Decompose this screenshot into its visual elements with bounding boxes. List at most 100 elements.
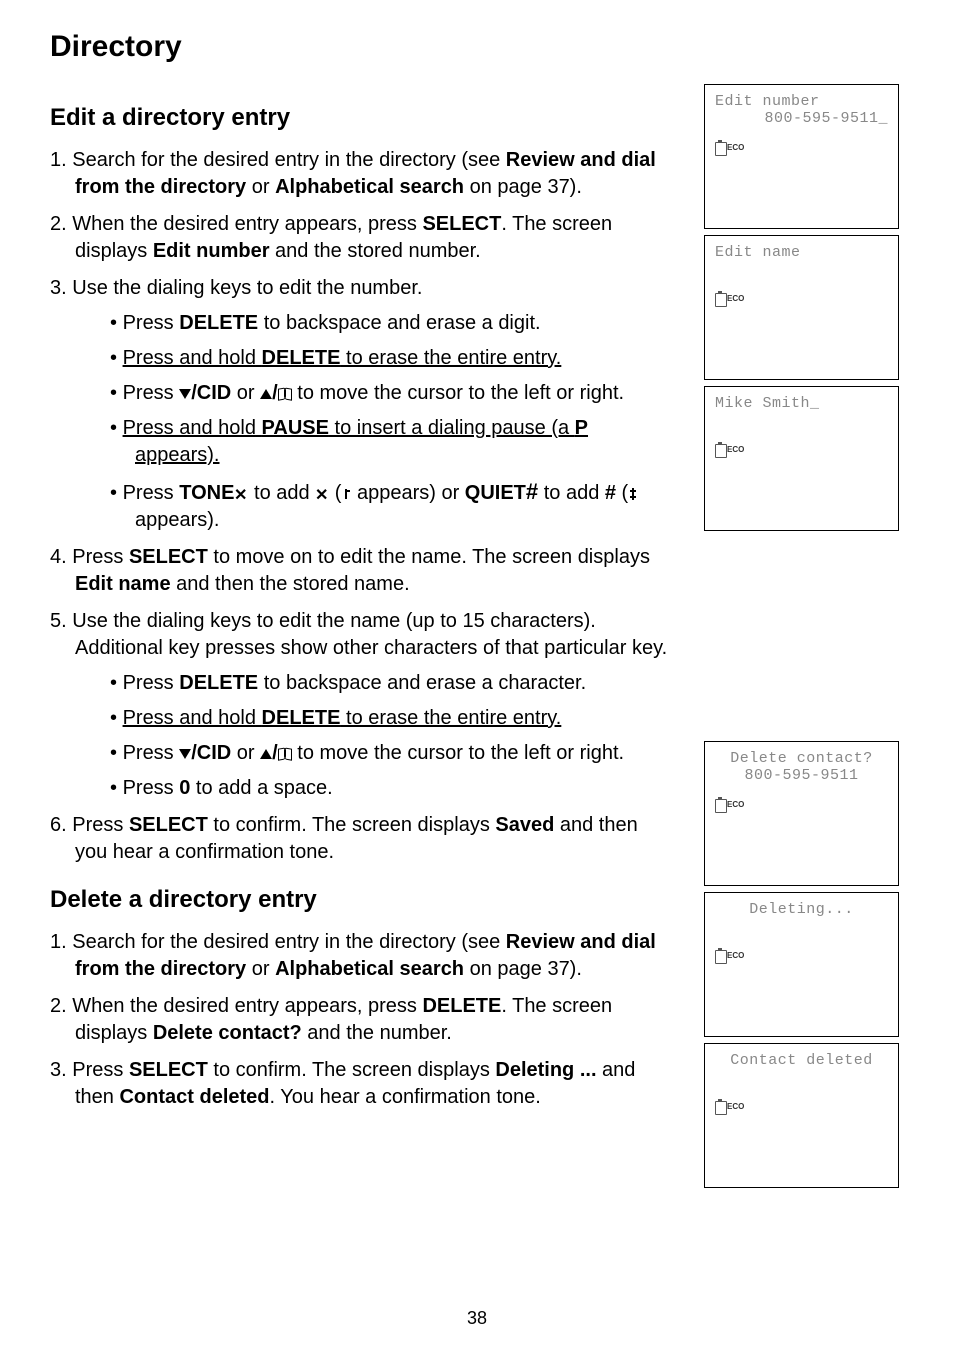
- text: and the stored number.: [269, 240, 480, 262]
- text: Press: [123, 672, 180, 694]
- screen-line: 800-595-9511: [715, 767, 888, 784]
- screen-group-edit: Edit number 800-595-9511_ ECO Edit name …: [704, 84, 904, 531]
- delete-steps-list: Search for the desired entry in the dire…: [50, 929, 674, 1111]
- screen-name-entry: Mike Smith_ ECO: [704, 386, 899, 531]
- delete-step-2: When the desired entry appears, press DE…: [50, 993, 674, 1047]
- text: Press: [72, 814, 129, 836]
- battery-icon: [715, 291, 725, 305]
- eco-indicator: ECO: [715, 797, 744, 811]
- bold-text: DELETE: [179, 312, 258, 334]
- battery-icon: [715, 797, 725, 811]
- hash-icon: #: [526, 479, 538, 504]
- screen-line: Delete contact?: [715, 750, 888, 767]
- delete-step-3: Press SELECT to confirm. The screen disp…: [50, 1057, 674, 1111]
- bold-text: SELECT: [129, 1059, 208, 1081]
- bold-text: SELECT: [129, 546, 208, 568]
- eco-indicator: ECO: [715, 948, 744, 962]
- screen-line: Deleting...: [715, 901, 888, 918]
- screen-line: Edit number: [715, 93, 888, 110]
- text: (: [329, 482, 341, 504]
- bold-text: /CID: [191, 382, 231, 404]
- svg-text:✕: ✕: [234, 487, 247, 502]
- edit-section-title: Edit a directory entry: [50, 104, 674, 132]
- eco-label: ECO: [727, 445, 744, 454]
- screen-line: Mike Smith_: [715, 395, 888, 412]
- bullet: Press DELETE to backspace and erase a di…: [110, 310, 674, 337]
- page-number: 38: [467, 1308, 487, 1329]
- bold-text: DELETE: [179, 672, 258, 694]
- text: and then the stored name.: [171, 573, 410, 595]
- bullet: Press and hold DELETE to erase the entir…: [110, 705, 674, 732]
- delete-section-title: Delete a directory entry: [50, 886, 674, 914]
- text: or: [246, 176, 275, 198]
- edit-step-2: When the desired entry appears, press SE…: [50, 211, 674, 265]
- bold-text: Edit name: [75, 573, 171, 595]
- tone-symbol-icon: [341, 487, 351, 501]
- bold-text: TONE: [179, 482, 234, 504]
- star-x-icon: ✕: [234, 486, 248, 502]
- text: or: [246, 958, 275, 980]
- bold-text: Delete contact?: [153, 1022, 302, 1044]
- edit-step-5: Use the dialing keys to edit the name (u…: [50, 608, 674, 802]
- edit-step3-bullets: Press DELETE to backspace and erase a di…: [110, 310, 674, 534]
- battery-icon: [715, 1099, 725, 1113]
- bold-text: Contact deleted: [119, 1086, 269, 1108]
- text: When the desired entry appears, press: [72, 995, 422, 1017]
- eco-indicator: ECO: [715, 1099, 744, 1113]
- text: Use the dialing keys to edit the number.: [72, 277, 422, 299]
- text: to insert a dialing pause (a: [329, 417, 575, 439]
- edit-steps-list: Search for the desired entry in the dire…: [50, 147, 674, 866]
- bold-text: /CID: [191, 742, 231, 764]
- bullet: Press and hold PAUSE to insert a dialing…: [110, 415, 674, 469]
- delete-step-1: Search for the desired entry in the dire…: [50, 929, 674, 983]
- quiet-symbol-icon: [628, 486, 638, 502]
- text: to erase the entire entry.: [340, 707, 561, 729]
- screen-line: Contact deleted: [715, 1052, 888, 1069]
- text: Press and hold: [123, 417, 256, 439]
- book-icon: [278, 388, 292, 400]
- text: Search for the desired entry in the dire…: [72, 149, 506, 171]
- page-title: Directory: [50, 30, 904, 64]
- screen-deleting: Deleting... ECO: [704, 892, 899, 1037]
- bold-text: DELETE: [422, 995, 501, 1017]
- eco-indicator: ECO: [715, 291, 744, 305]
- right-column: Edit number 800-595-9511_ ECO Edit name …: [704, 84, 904, 1194]
- bullet: Press /CID or / to move the cursor to th…: [110, 740, 674, 767]
- screen-contact-deleted: Contact deleted ECO: [704, 1043, 899, 1188]
- battery-icon: [715, 140, 725, 154]
- bold-text: DELETE: [262, 347, 341, 369]
- screen-line: Edit name: [715, 244, 888, 261]
- edit-step5-bullets: Press DELETE to backspace and erase a ch…: [110, 670, 674, 802]
- text: Search for the desired entry in the dire…: [72, 931, 506, 953]
- bold-text: QUIET: [465, 482, 526, 504]
- arrow-up-icon: [260, 389, 272, 399]
- screen-edit-number: Edit number 800-595-9511_ ECO: [704, 84, 899, 229]
- bold-text: Saved: [495, 814, 554, 836]
- eco-indicator: ECO: [715, 442, 744, 456]
- svg-text:✕: ✕: [315, 487, 328, 502]
- eco-label: ECO: [727, 800, 744, 809]
- battery-icon: [715, 442, 725, 456]
- text: and the number.: [302, 1022, 452, 1044]
- eco-label: ECO: [727, 951, 744, 960]
- text: to move the cursor to the left or right.: [292, 382, 624, 404]
- text: Press: [123, 777, 180, 799]
- text: appears).: [135, 444, 220, 466]
- text: to confirm. The screen displays: [208, 1059, 496, 1081]
- screen-edit-name: Edit name ECO: [704, 235, 899, 380]
- bold-text: PAUSE: [262, 417, 329, 439]
- text: Press: [123, 482, 180, 504]
- bold-text: SELECT: [129, 814, 208, 836]
- book-icon: [278, 748, 292, 760]
- text: . You hear a confirmation tone.: [270, 1086, 541, 1108]
- star-x-icon: ✕: [315, 486, 329, 502]
- left-column: Edit a directory entry Search for the de…: [50, 84, 674, 1194]
- bullet: Press /CID or / to move the cursor to th…: [110, 380, 674, 407]
- text: (: [616, 482, 628, 504]
- text: to add: [538, 482, 605, 504]
- bold-text: #: [605, 482, 616, 504]
- bold-text: SELECT: [422, 213, 501, 235]
- text: appears).: [135, 509, 220, 531]
- content-area: Edit a directory entry Search for the de…: [50, 84, 904, 1194]
- bold-text: Edit number: [153, 240, 270, 262]
